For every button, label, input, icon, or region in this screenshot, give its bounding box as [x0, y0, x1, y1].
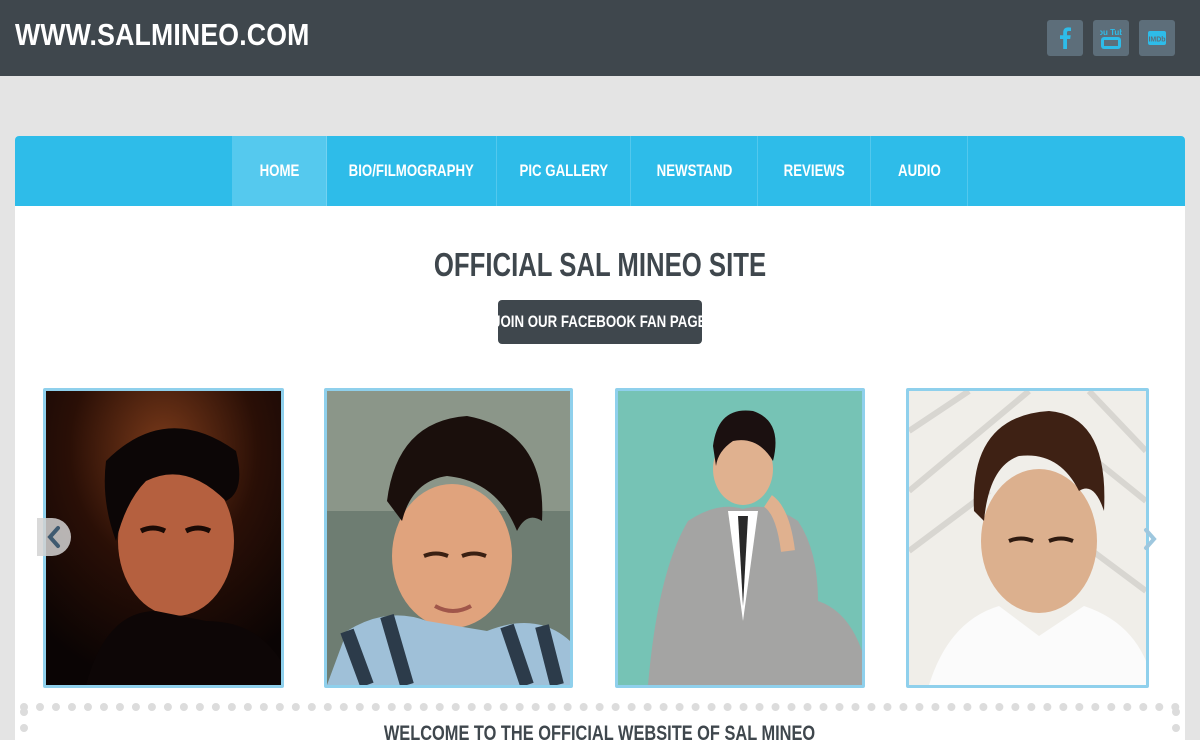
- main-nav: HOME BIO/FILMOGRAPHY PIC GALLERY NEWSTAN…: [15, 136, 1185, 206]
- nav-item-bio-filmography[interactable]: BIO/FILMOGRAPHY: [327, 136, 497, 206]
- main-panel: HOME BIO/FILMOGRAPHY PIC GALLERY NEWSTAN…: [15, 136, 1185, 740]
- portrait-photo-4[interactable]: [906, 388, 1149, 688]
- facebook-button[interactable]: [1047, 20, 1083, 56]
- svg-text:You Tube: You Tube: [1100, 28, 1122, 37]
- imdb-button[interactable]: IMDb: [1139, 20, 1175, 56]
- nav-item-pic-gallery[interactable]: PIC GALLERY: [497, 136, 631, 206]
- youtube-button[interactable]: You Tube: [1093, 20, 1129, 56]
- chevron-left-icon: [47, 526, 60, 548]
- youtube-icon: You Tube: [1100, 28, 1122, 49]
- top-header: WWW.SALMINEO.COM You Tube IMDb: [0, 0, 1200, 76]
- facebook-icon: [1060, 27, 1071, 49]
- social-links: You Tube IMDb: [1047, 20, 1175, 56]
- imdb-icon: IMDb: [1148, 31, 1166, 45]
- portrait-photo-1[interactable]: [43, 388, 284, 688]
- nav-item-reviews[interactable]: REVIEWS: [758, 136, 871, 206]
- portrait-photo-2[interactable]: [324, 388, 573, 688]
- site-title[interactable]: WWW.SALMINEO.COM: [15, 17, 309, 53]
- portrait-photo-3[interactable]: [615, 388, 865, 688]
- carousel-next-button[interactable]: [1135, 522, 1165, 556]
- facebook-fan-page-button[interactable]: JOIN OUR FACEBOOK FAN PAGE: [493, 300, 707, 344]
- svg-text:IMDb: IMDb: [1148, 37, 1165, 44]
- nav-item-audio[interactable]: AUDIO: [871, 136, 968, 206]
- nav-item-newstand[interactable]: NEWSTAND: [631, 136, 758, 206]
- chevron-right-icon: [1144, 528, 1157, 550]
- nav-item-home[interactable]: HOME: [232, 136, 327, 206]
- welcome-heading: WELCOME TO THE OFFICIAL WEBSITE OF SAL M…: [384, 722, 816, 740]
- page-title: OFFICIAL SAL MINEO SITE: [433, 246, 767, 283]
